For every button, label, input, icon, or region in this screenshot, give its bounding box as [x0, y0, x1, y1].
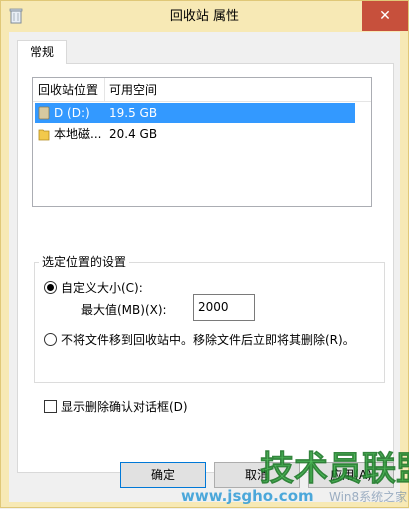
no-recycle-label[interactable]: 不将文件移到回收站中。移除文件后立即将其删除(R)。: [61, 332, 355, 348]
location-list[interactable]: 回收站位置 可用空间 D (D:) 19.5 GB 本地磁... 20.4 GB: [32, 77, 372, 207]
settings-group-title: 选定位置的设置: [39, 254, 130, 270]
window-title: 回收站 属性: [169, 9, 240, 24]
properties-window: 回收站 属性 ✕ 常规 回收站位置 可用空间 D (D:) 19.5 GB 本地…: [0, 0, 409, 508]
max-size-input[interactable]: 2000: [193, 294, 255, 321]
apply-button[interactable]: 应用(A): [308, 462, 394, 488]
list-item-name: D (D:): [54, 106, 90, 120]
custom-size-label[interactable]: 自定义大小(C):: [61, 280, 143, 296]
no-recycle-radio[interactable]: [44, 333, 57, 346]
column-header-location[interactable]: 回收站位置: [38, 78, 98, 102]
title-bar[interactable]: 回收站 属性 ✕: [1, 1, 408, 32]
list-item-free-space: 20.4 GB: [109, 127, 158, 141]
confirm-delete-label[interactable]: 显示删除确认对话框(D): [61, 399, 188, 415]
ok-button[interactable]: 确定: [120, 462, 206, 488]
tab-general[interactable]: 常规: [17, 40, 67, 64]
folder-icon: [38, 129, 50, 141]
drive-icon: [38, 106, 50, 120]
list-item-free-space: 19.5 GB: [109, 106, 158, 120]
list-header: 回收站位置 可用空间: [33, 78, 371, 102]
cancel-button[interactable]: 取消: [214, 462, 300, 488]
custom-size-radio[interactable]: [44, 281, 57, 294]
client-area: 常规 回收站位置 可用空间 D (D:) 19.5 GB 本地磁... 20.4…: [9, 32, 400, 502]
list-item[interactable]: D (D:) 19.5 GB: [35, 103, 355, 123]
column-divider[interactable]: [104, 78, 105, 101]
list-item[interactable]: 本地磁... 20.4 GB: [35, 124, 355, 144]
confirm-delete-checkbox[interactable]: [44, 400, 57, 413]
close-button[interactable]: ✕: [362, 1, 408, 31]
max-size-label: 最大值(MB)(X):: [81, 303, 167, 317]
list-item-name: 本地磁...: [54, 127, 102, 141]
column-header-free-space[interactable]: 可用空间: [109, 78, 157, 102]
general-tab-panel: 回收站位置 可用空间 D (D:) 19.5 GB 本地磁... 20.4 GB…: [17, 63, 394, 473]
